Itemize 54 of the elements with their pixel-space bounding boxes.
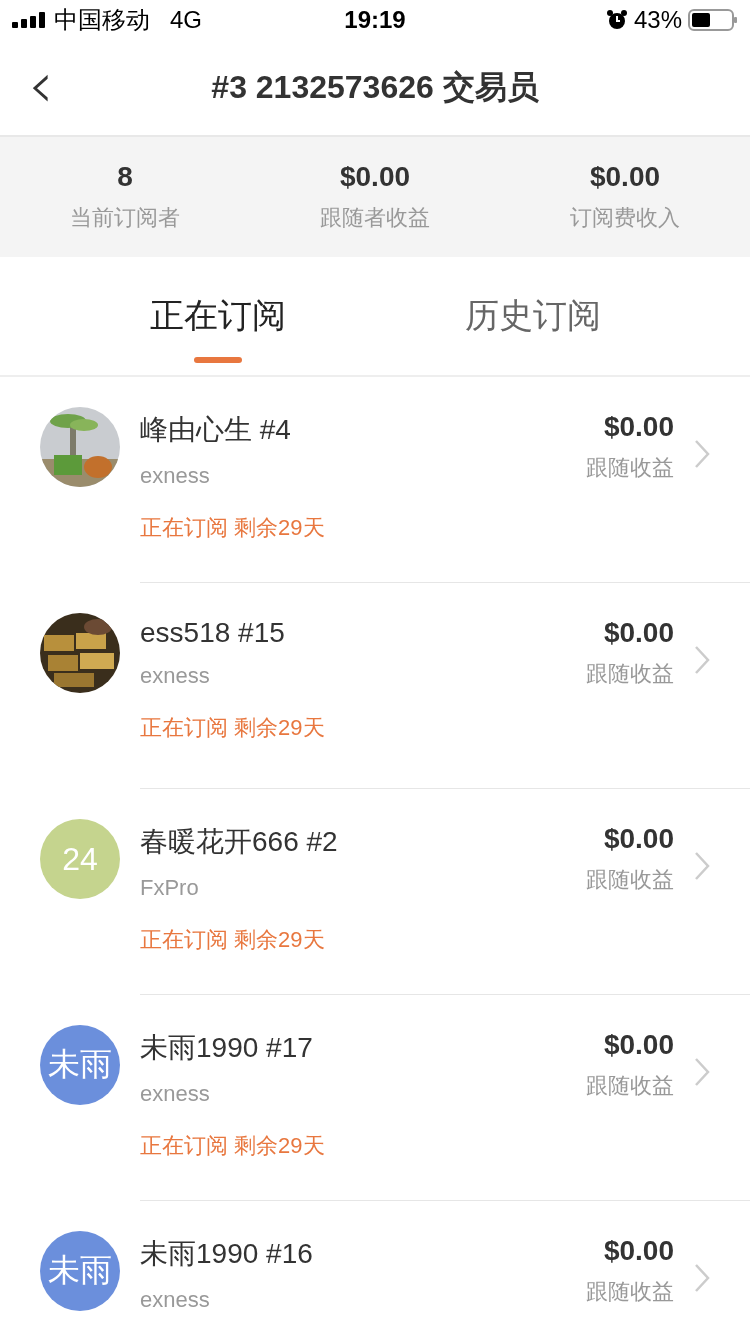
avatar-badge: 未雨 — [40, 1025, 120, 1105]
subscriber-name: 未雨1990 #16 — [140, 1237, 314, 1271]
stat-label: 跟随者收益 — [320, 204, 430, 232]
chevron-icon — [694, 645, 710, 675]
page-title: #3 2132573626 交易员 — [211, 67, 539, 107]
avatar-badge: 未雨 — [40, 1231, 120, 1311]
signal-icon — [12, 12, 48, 28]
subscription-status: 正在订阅 剩余29天 — [140, 514, 326, 542]
profit-amount: $0.00 — [603, 1029, 674, 1061]
chevron-icon — [694, 851, 710, 881]
back-button[interactable]: ‹ — [20, 50, 62, 120]
alarm-icon — [605, 9, 628, 31]
profit-label: 跟随收益 — [586, 454, 674, 482]
subscriber-item[interactable]: 未雨 未雨1990 #16 exness $0.00 跟随收益 — [0, 1201, 750, 1334]
tab[interactable]: 历史订阅 — [454, 257, 611, 375]
subscriber-item[interactable]: 24 春暖花开666 #2 FxPro $0.00 跟随收益 正在订阅 剩余29天 — [0, 789, 750, 995]
stat-value: $0.00 — [339, 161, 411, 193]
subscriber-item[interactable]: ess518 #15 exness $0.00 跟随收益 正在订阅 剩余29天 — [0, 583, 750, 789]
subscriber-item[interactable]: 未雨 未雨1990 #17 exness $0.00 跟随收益 正在订阅 剩余29天 — [0, 995, 750, 1201]
chevron-icon — [694, 439, 710, 469]
profit-label: 跟随收益 — [586, 866, 674, 894]
subscription-status: 正在订阅 剩余29天 — [140, 926, 326, 954]
profit-label: 跟随收益 — [586, 660, 674, 688]
stat-value: 8 — [117, 161, 133, 193]
broker-name: exness — [140, 663, 211, 689]
stat-label: 订阅费收入 — [570, 204, 680, 232]
broker-name: exness — [140, 463, 211, 489]
broker-name: exness — [140, 1081, 211, 1107]
broker-name: FxPro — [140, 875, 200, 901]
profit-amount: $0.00 — [603, 823, 674, 855]
subscriber-name: 春暖花开666 #2 — [140, 825, 339, 859]
subscriber-name: 峰由心生 #4 — [140, 413, 292, 447]
stat-label: 当前订阅者 — [70, 204, 180, 232]
profit-amount: $0.00 — [603, 617, 674, 649]
network-type: 4G — [170, 6, 202, 34]
chevron-icon — [694, 1057, 710, 1087]
broker-name: exness — [140, 1287, 211, 1313]
clock-time: 19:19 — [344, 6, 406, 34]
battery-icon — [688, 9, 738, 31]
stat-value: $0.00 — [589, 161, 661, 193]
carrier-name: 中国移动 — [54, 5, 150, 35]
subscription-status: 正在订阅 剩余29天 — [140, 1132, 326, 1160]
subscriber-name: 未雨1990 #17 — [140, 1031, 314, 1065]
profit-amount: $0.00 — [603, 411, 674, 443]
subscriber-name: ess518 #15 — [140, 617, 286, 649]
subscription-status: 正在订阅 剩余29天 — [140, 714, 326, 742]
tab[interactable]: 正在订阅 — [139, 257, 296, 375]
avatar-badge: 24 — [40, 819, 120, 899]
profit-amount: $0.00 — [603, 1235, 674, 1267]
chevron-icon — [694, 1263, 710, 1293]
profit-label: 跟随收益 — [586, 1278, 674, 1306]
profit-label: 跟随收益 — [586, 1072, 674, 1100]
battery-percent: 43% — [633, 6, 682, 34]
subscriber-item[interactable]: 峰由心生 #4 exness $0.00 跟随收益 正在订阅 剩余29天 — [0, 377, 750, 583]
